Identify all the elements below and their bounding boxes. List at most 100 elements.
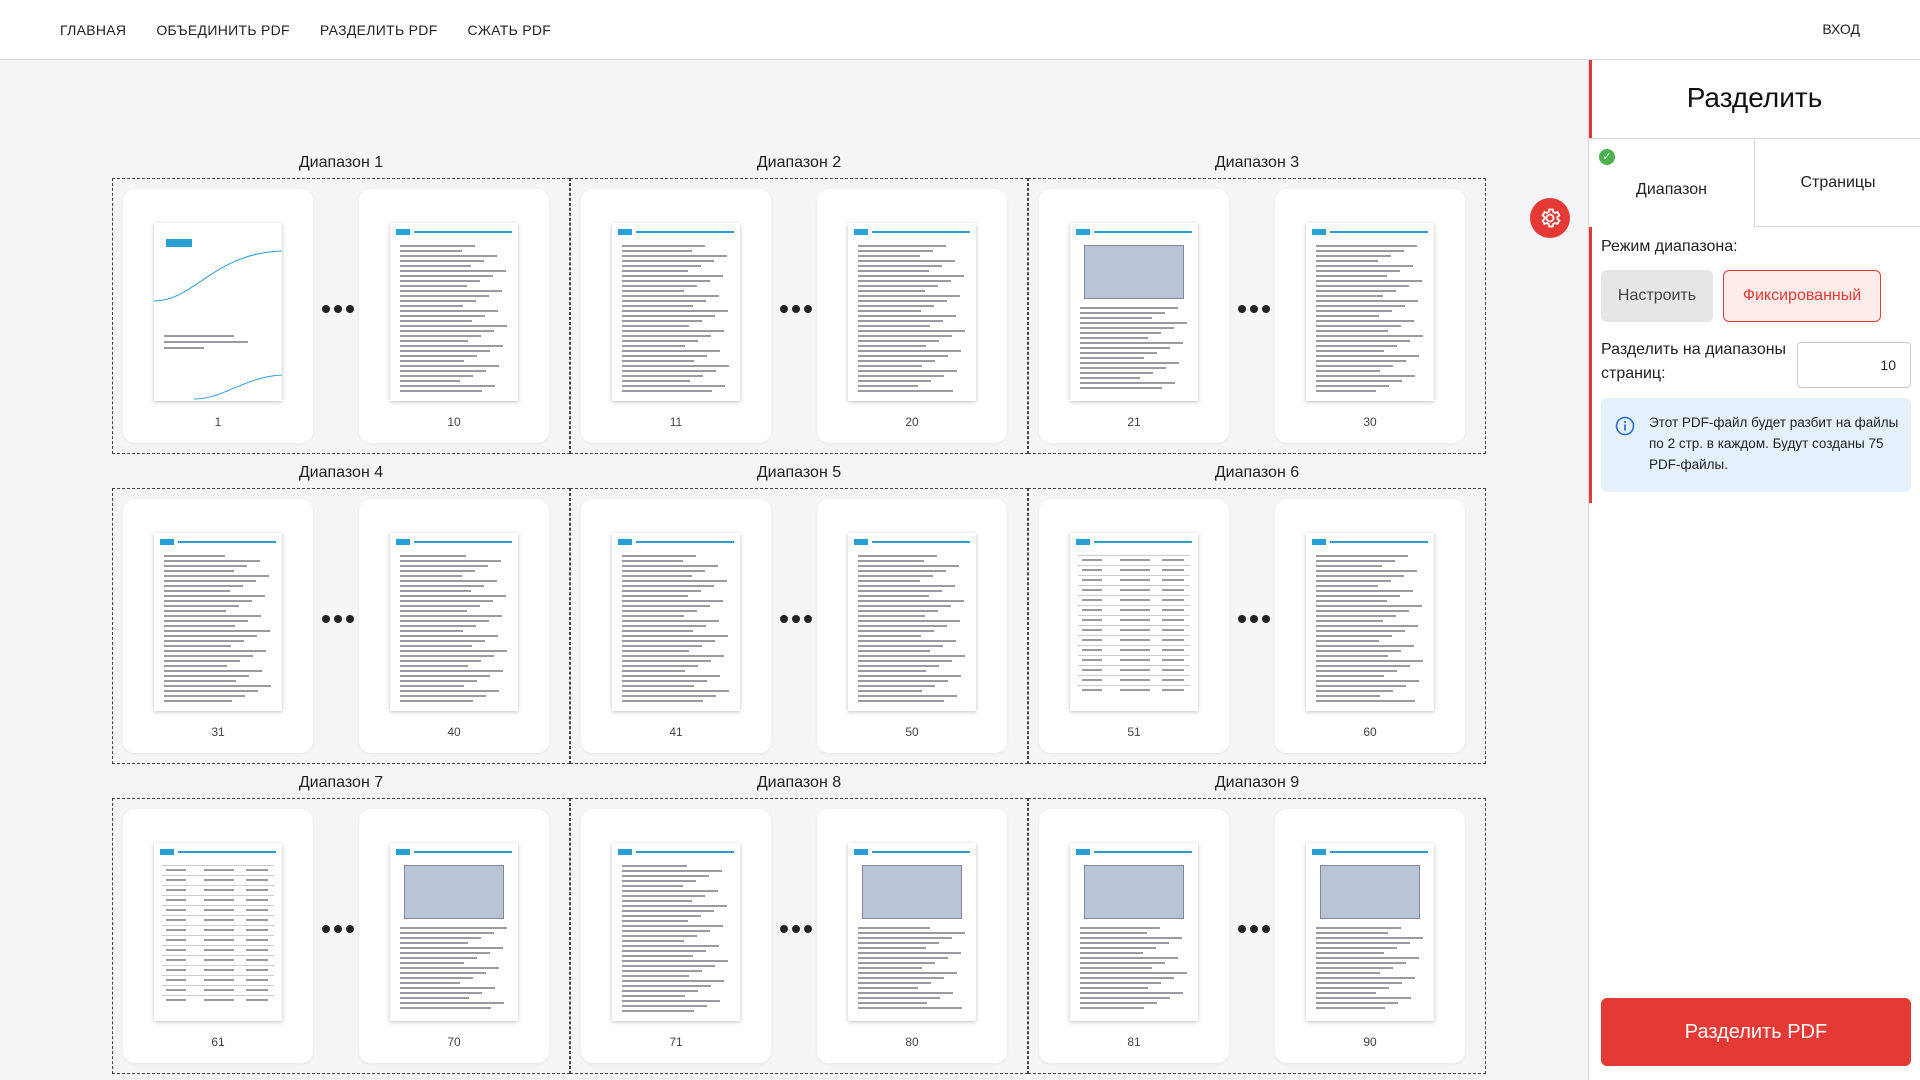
first-page-card[interactable]: 71 (581, 809, 771, 1063)
ellipsis-icon (778, 305, 814, 313)
info-text: Этот PDF-файл будет разбит на файлы по 2… (1649, 415, 1899, 472)
range-box: 61 70 (112, 798, 570, 1074)
page-number: 70 (447, 1035, 461, 1049)
page-number: 40 (447, 725, 461, 739)
ranges-preview-area: Диапазон 1 1 10 Диапазон 2 11 20 Диапазон 3 21 3… (0, 60, 1588, 1080)
first-page-card[interactable]: 51 (1039, 499, 1229, 753)
page-thumbnail (390, 843, 518, 1021)
first-page-card[interactable]: 41 (581, 499, 771, 753)
page-number: 51 (1127, 725, 1141, 739)
ellipsis-icon (320, 925, 356, 933)
first-page-card[interactable]: 21 (1039, 189, 1229, 443)
page-number: 30 (1363, 415, 1377, 429)
last-page-card[interactable]: 10 (359, 189, 549, 443)
range-group: Диапазон 3 21 30 (1028, 152, 1486, 454)
tab-pages-label: Страницы (1800, 173, 1876, 191)
mode-custom-button[interactable]: Настроить (1601, 270, 1713, 322)
page-thumbnail (848, 533, 976, 711)
page-number: 20 (905, 415, 919, 429)
split-ranges-input[interactable] (1797, 342, 1911, 388)
ellipsis-icon (1236, 615, 1272, 623)
gear-icon (1541, 208, 1561, 228)
page-number: 80 (905, 1035, 919, 1049)
last-page-card[interactable]: 20 (817, 189, 1007, 443)
range-box: 1 10 (112, 178, 570, 454)
last-page-card[interactable]: 70 (359, 809, 549, 1063)
split-options-panel: Разделить ✓ Диапазон Страницы Режим диап… (1588, 60, 1920, 1080)
ellipsis-icon (1236, 925, 1272, 933)
page-number: 41 (669, 725, 683, 739)
range-group: Диапазон 9 81 90 (1028, 772, 1486, 1074)
check-icon: ✓ (1599, 149, 1615, 165)
page-thumbnail (154, 223, 282, 401)
first-page-card[interactable]: 31 (123, 499, 313, 753)
page-number: 31 (211, 725, 225, 739)
panel-accent-bar (1589, 60, 1592, 503)
first-page-card[interactable]: 61 (123, 809, 313, 1063)
range-box: 41 50 (570, 488, 1028, 764)
page-thumbnail (612, 843, 740, 1021)
page-thumbnail (1306, 533, 1434, 711)
ellipsis-icon (778, 925, 814, 933)
range-group: Диапазон 6 51 60 (1028, 462, 1486, 764)
range-group: Диапазон 8 71 80 (570, 772, 1028, 1074)
last-page-card[interactable]: 30 (1275, 189, 1465, 443)
page-thumbnail (1070, 223, 1198, 401)
page-number: 50 (905, 725, 919, 739)
first-page-card[interactable]: 81 (1039, 809, 1229, 1063)
nav-split-pdf[interactable]: РАЗДЕЛИТЬ PDF (320, 22, 438, 38)
range-title: Диапазон 2 (756, 154, 842, 171)
range-box: 71 80 (570, 798, 1028, 1074)
page-thumbnail (1306, 223, 1434, 401)
page-number: 11 (669, 415, 683, 429)
range-group: Диапазон 4 31 40 (112, 462, 570, 764)
last-page-card[interactable]: 80 (817, 809, 1007, 1063)
first-page-card[interactable]: 11 (581, 189, 771, 443)
last-page-card[interactable]: 40 (359, 499, 549, 753)
page-number: 81 (1127, 1035, 1141, 1049)
ellipsis-icon (778, 615, 814, 623)
range-title: Диапазон 9 (1214, 774, 1300, 791)
split-pdf-button[interactable]: Разделить PDF (1601, 998, 1911, 1066)
ellipsis-icon (1236, 305, 1272, 313)
nav-merge-pdf[interactable]: ОБЪЕДИНИТЬ PDF (156, 22, 290, 38)
ellipsis-icon (320, 615, 356, 623)
range-box: 11 20 (570, 178, 1028, 454)
last-page-card[interactable]: 50 (817, 499, 1007, 753)
range-title: Диапазон 3 (1214, 154, 1300, 171)
range-box: 81 90 (1028, 798, 1486, 1074)
nav-compress-pdf[interactable]: СЖАТЬ PDF (468, 22, 552, 38)
page-thumbnail (154, 843, 282, 1021)
range-group: Диапазон 2 11 20 (570, 152, 1028, 454)
split-ranges-label: Разделить на диапазоны страниц: (1601, 341, 1787, 382)
nav-home[interactable]: ГЛАВНАЯ (60, 22, 126, 38)
ellipsis-icon (320, 305, 356, 313)
range-title: Диапазон 6 (1214, 464, 1300, 481)
page-thumbnail (1306, 843, 1434, 1021)
tab-pages[interactable]: Страницы (1754, 139, 1920, 227)
range-title: Диапазон 5 (756, 464, 842, 481)
tab-range[interactable]: ✓ Диапазон (1589, 139, 1754, 227)
first-page-card[interactable]: 1 (123, 189, 313, 443)
info-box: Этот PDF-файл будет разбит на файлы по 2… (1601, 398, 1911, 492)
range-box: 31 40 (112, 488, 570, 764)
last-page-card[interactable]: 90 (1275, 809, 1465, 1063)
page-number: 71 (669, 1035, 683, 1049)
page-thumbnail (390, 533, 518, 711)
range-group: Диапазон 7 61 70 (112, 772, 570, 1074)
split-mode-tabs: ✓ Диапазон Страницы (1589, 138, 1920, 227)
page-number: 90 (1363, 1035, 1377, 1049)
mode-fixed-button[interactable]: Фиксированный (1723, 270, 1881, 322)
page-thumbnail (154, 533, 282, 711)
page-number: 10 (447, 415, 461, 429)
last-page-card[interactable]: 60 (1275, 499, 1465, 753)
page-number: 21 (1127, 415, 1141, 429)
info-icon (1615, 416, 1635, 436)
settings-button[interactable] (1530, 198, 1570, 238)
range-mode-label: Режим диапазона: (1601, 238, 1738, 255)
range-group: Диапазон 5 41 50 (570, 462, 1028, 764)
range-title: Диапазон 8 (756, 774, 842, 791)
login-link[interactable]: ВХОД (1822, 21, 1860, 37)
tab-range-label: Диапазон (1636, 181, 1707, 198)
panel-title: Разделить (1686, 82, 1823, 113)
